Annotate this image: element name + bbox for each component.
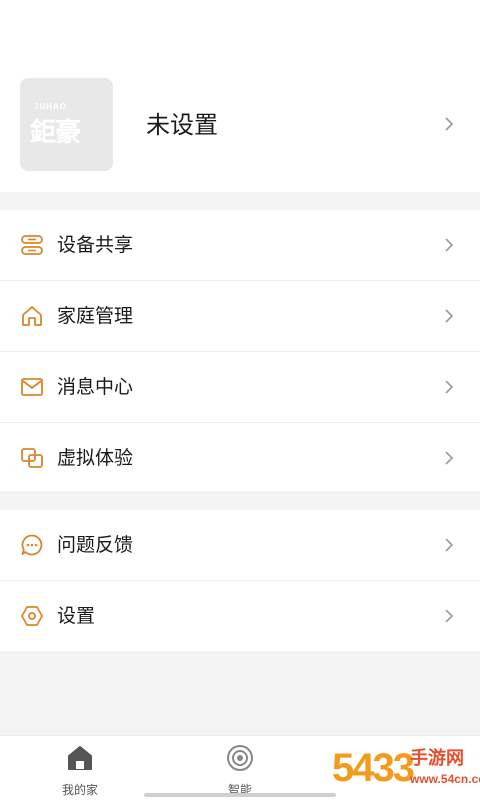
menu-item-label: 设备共享 [57, 234, 134, 256]
chevron-right-icon [445, 609, 454, 623]
menu-item-label: 虚拟体验 [57, 447, 134, 469]
menu-group-primary: 设备共享 家庭管理 消息中心 虚拟体验 [0, 210, 480, 493]
overlap-squares-icon [21, 448, 43, 468]
chevron-right-icon [445, 380, 454, 394]
watermark-title: 手游网 [410, 748, 464, 769]
menu-item-label: 设置 [57, 605, 96, 627]
home-outline-icon [22, 306, 42, 326]
envelope-icon [21, 378, 43, 396]
menu-item-label: 消息中心 [57, 376, 134, 398]
menu-item-feedback[interactable]: 问题反馈 [0, 510, 480, 581]
avatar-brand-small: JUHAO [34, 102, 68, 111]
section-separator [0, 192, 480, 210]
device-share-icon [21, 235, 43, 255]
chevron-right-icon [445, 538, 454, 552]
chevron-right-icon [445, 309, 454, 323]
chevron-right-icon [445, 238, 454, 252]
menu-item-settings[interactable]: 设置 [0, 581, 480, 651]
section-separator [0, 491, 480, 510]
smart-radar-icon [227, 745, 253, 771]
menu-item-home-management[interactable]: 家庭管理 [0, 281, 480, 352]
page-background-fill [0, 651, 480, 735]
chevron-right-icon [445, 117, 454, 131]
menu-group-secondary: 问题反馈 设置 [0, 510, 480, 651]
menu-item-label: 家庭管理 [57, 305, 134, 327]
menu-item-virtual-experience[interactable]: 虚拟体验 [0, 423, 480, 493]
watermark-logo: 5433 手游网 www.54cn.com [332, 742, 480, 800]
tab-label: 我的家 [61, 783, 98, 797]
house-icon [68, 746, 92, 770]
nickname: 未设置 [146, 111, 218, 139]
chevron-right-icon [445, 451, 454, 465]
chat-bubble-icon [21, 534, 43, 556]
avatar-brand-logo: 鉅豪 [30, 118, 81, 148]
watermark-number: 5433 [332, 746, 415, 790]
home-indicator[interactable] [144, 793, 336, 797]
profile-header[interactable]: JUHAO 鉅豪 未设置 [0, 0, 480, 192]
hexagon-gear-icon [21, 606, 43, 626]
avatar[interactable]: JUHAO 鉅豪 [20, 78, 113, 171]
menu-item-message-center[interactable]: 消息中心 [0, 352, 480, 423]
tab-my-home[interactable]: 我的家 [20, 736, 140, 801]
menu-item-device-share[interactable]: 设备共享 [0, 210, 480, 281]
watermark-url: www.54cn.com [410, 772, 480, 786]
tab-smart[interactable]: 智能 [180, 736, 300, 801]
menu-item-label: 问题反馈 [57, 534, 134, 556]
